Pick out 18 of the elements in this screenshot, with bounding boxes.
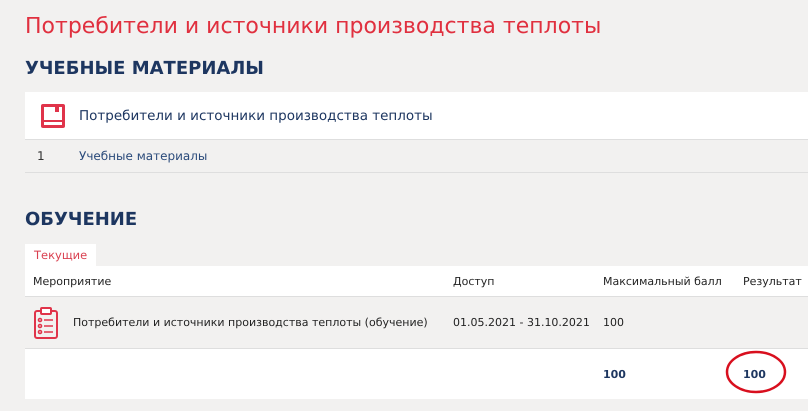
page-title: Потребители и источники производства теплоты	[25, 13, 602, 41]
column-header: Мероприятие	[25, 266, 445, 297]
section-heading: ОБУЧЕНИЕ	[25, 208, 138, 232]
book-icon	[39, 102, 67, 130]
course-title: Потребители и источники производства теплоты	[79, 108, 433, 124]
column-header: Максимальный балл	[595, 266, 735, 297]
total-max-score: 100	[603, 368, 626, 380]
clipboard-icon	[33, 306, 59, 338]
max-score: 100	[603, 316, 624, 329]
section-heading: УЧЕБНЫЕ МАТЕРИАЛЫ	[25, 57, 265, 81]
column-header: Доступ	[445, 266, 595, 297]
tab[interactable]: Текущие	[25, 244, 96, 266]
activity-title: Потребители и источники производства теплоты (обучение)	[73, 316, 428, 329]
item-number: 1	[36, 149, 46, 163]
column-header: Результат	[735, 266, 808, 297]
materials-link[interactable]: Учебные материалы	[79, 149, 208, 163]
total-result: 100	[743, 368, 766, 380]
access-dates: 01.05.2021 - 31.10.2021	[453, 316, 590, 329]
